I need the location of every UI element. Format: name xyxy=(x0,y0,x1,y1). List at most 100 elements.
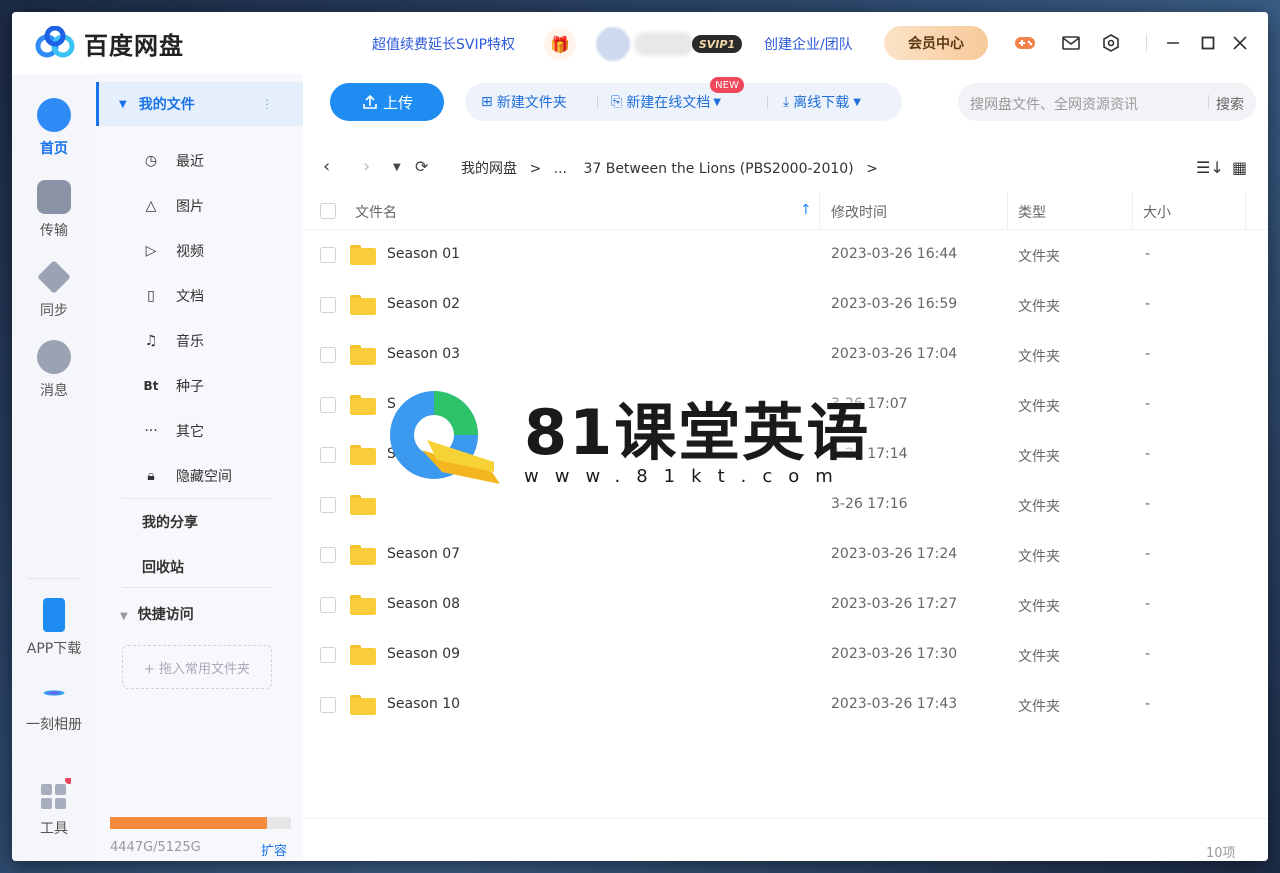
app-logo[interactable]: 百度网盘 xyxy=(34,25,184,61)
col-type-header[interactable]: 类型 xyxy=(1018,202,1046,222)
column-divider xyxy=(1245,192,1246,230)
caret-down-icon[interactable]: ▼ xyxy=(119,99,127,110)
folder-icon xyxy=(350,595,376,615)
search-button[interactable]: 搜索 xyxy=(1216,94,1244,114)
nav-recycle-bin[interactable]: 回收站 xyxy=(142,557,184,577)
folder-icon xyxy=(350,245,376,265)
breadcrumb-ellipsis[interactable]: ... xyxy=(554,161,567,177)
rail-tools[interactable]: 工具 xyxy=(12,776,96,838)
svip-promo-link[interactable]: 超值续费延长SVIP特权 xyxy=(372,34,515,54)
breadcrumb-root[interactable]: 我的网盘 xyxy=(461,161,517,177)
nav-my-files[interactable]: ▼ 我的文件 ⋮ xyxy=(96,82,303,126)
avatar[interactable] xyxy=(595,26,631,62)
nav-video[interactable]: ▷ 视频 xyxy=(142,239,204,263)
search-input[interactable]: 搜网盘文件、全网资源资讯 xyxy=(970,94,1138,114)
table-row[interactable]: Season 09 2023-03-26 17:30 文件夹 - xyxy=(303,630,1268,680)
row-checkbox[interactable] xyxy=(320,497,336,513)
file-name[interactable]: Season 01 xyxy=(387,246,460,262)
create-team-link[interactable]: 创建企业/团队 xyxy=(764,34,853,54)
nav-images[interactable]: △ 图片 xyxy=(142,194,204,218)
rail-moment-album[interactable]: 一刻相册 xyxy=(12,678,96,734)
new-badge: NEW xyxy=(710,77,744,93)
history-dropdown-icon[interactable]: ▼ xyxy=(393,162,401,173)
file-type: 文件夹 xyxy=(1018,599,1060,615)
mail-icon[interactable] xyxy=(1060,32,1082,54)
sort-icon[interactable]: ☰↓ xyxy=(1196,158,1224,177)
watermark-logo-icon xyxy=(390,391,500,484)
file-modified-time: 2023-03-26 17:43 xyxy=(831,696,958,712)
document-icon: ▯ xyxy=(147,288,155,304)
expand-storage-link[interactable]: 扩容 xyxy=(261,840,287,859)
table-row[interactable]: Season 08 2023-03-26 17:27 文件夹 - xyxy=(303,580,1268,630)
col-name-header[interactable]: 文件名 xyxy=(355,202,397,222)
table-row[interactable]: Season 02 2023-03-26 16:59 文件夹 - xyxy=(303,280,1268,330)
settings-icon[interactable] xyxy=(1100,32,1122,54)
back-icon[interactable]: ‹ xyxy=(323,156,330,177)
row-checkbox[interactable] xyxy=(320,297,336,313)
sort-asc-icon[interactable]: ↑ xyxy=(800,202,812,218)
rail-transfer[interactable]: 传输 xyxy=(12,180,96,240)
row-checkbox[interactable] xyxy=(320,347,336,363)
nav-quick-access[interactable]: ▼ 快捷访问 xyxy=(120,604,194,624)
upload-button[interactable]: 上传 xyxy=(330,83,444,121)
svip-badge[interactable]: SVIP1 xyxy=(692,35,742,53)
row-checkbox[interactable] xyxy=(320,447,336,463)
nav-music-label: 音乐 xyxy=(176,334,204,350)
caret-down-icon[interactable]: ▼ xyxy=(120,611,128,622)
file-type: 文件夹 xyxy=(1018,549,1060,565)
breadcrumb-current[interactable]: 37 Between the Lions (PBS2000-2010) xyxy=(583,161,853,177)
row-checkbox[interactable] xyxy=(320,697,336,713)
nav-music[interactable]: ♫ 音乐 xyxy=(142,329,204,353)
forward-icon[interactable]: › xyxy=(363,156,370,177)
row-checkbox[interactable] xyxy=(320,547,336,563)
nav-my-share[interactable]: 我的分享 xyxy=(142,512,198,532)
col-time-header[interactable]: 修改时间 xyxy=(831,202,887,222)
nav-other[interactable]: ··· 其它 xyxy=(142,419,204,443)
vip-center-button[interactable]: 会员中心 xyxy=(884,26,988,60)
file-name[interactable]: Season 02 xyxy=(387,296,460,312)
close-icon[interactable] xyxy=(1229,32,1251,54)
rail-app-download[interactable]: APP下载 xyxy=(12,598,96,658)
bt-icon: Bt xyxy=(143,379,159,393)
table-row[interactable]: Season 07 2023-03-26 17:24 文件夹 - xyxy=(303,530,1268,580)
nav-docs[interactable]: ▯ 文档 xyxy=(142,284,204,308)
file-name[interactable]: Season 09 xyxy=(387,646,460,662)
table-row[interactable]: Season 10 2023-03-26 17:43 文件夹 - xyxy=(303,680,1268,730)
file-name[interactable]: Season 07 xyxy=(387,546,460,562)
nav-recent[interactable]: ◷ 最近 xyxy=(142,149,204,173)
minimize-icon[interactable] xyxy=(1162,32,1184,54)
file-modified-time: 3-26 17:16 xyxy=(831,496,908,512)
row-checkbox[interactable] xyxy=(320,597,336,613)
apps-grid-icon xyxy=(37,776,73,812)
search-box[interactable]: 搜网盘文件、全网资源资讯 搜索 xyxy=(958,83,1256,121)
quick-access-drop-zone[interactable]: + 拖入常用文件夹 xyxy=(122,645,272,689)
rail-sync[interactable]: 同步 xyxy=(12,260,96,320)
file-name[interactable]: Season 03 xyxy=(387,346,460,362)
file-name[interactable]: Season 10 xyxy=(387,696,460,712)
gamepad-icon[interactable] xyxy=(1014,32,1036,54)
table-row[interactable]: Season 01 2023-03-26 16:44 文件夹 - xyxy=(303,230,1268,280)
refresh-icon[interactable]: ⟳ xyxy=(415,157,428,176)
col-size-header[interactable]: 大小 xyxy=(1143,202,1171,222)
select-all-checkbox[interactable] xyxy=(320,203,336,219)
more-vertical-icon[interactable]: ⋮ xyxy=(261,97,273,111)
rail-home[interactable]: 首页 xyxy=(12,98,96,158)
grid-view-icon[interactable]: ▦ xyxy=(1232,158,1247,177)
username-redacted[interactable] xyxy=(634,32,694,56)
new-folder-button[interactable]: ⊞ 新建文件夹 xyxy=(481,83,567,121)
nav-hidden-space[interactable]: 🔒︎ 隐藏空间 xyxy=(142,464,232,488)
nav-torrents[interactable]: Bt 种子 xyxy=(142,374,204,398)
row-checkbox[interactable] xyxy=(320,647,336,663)
offline-download-button[interactable]: ⤓ 离线下载 ▼ xyxy=(783,83,861,121)
table-row[interactable]: Season 03 2023-03-26 17:04 文件夹 - xyxy=(303,330,1268,380)
rail-home-label: 首页 xyxy=(40,141,68,157)
gift-icon[interactable]: 🎁 xyxy=(544,28,576,60)
folder-icon xyxy=(350,695,376,715)
row-checkbox[interactable] xyxy=(320,247,336,263)
rail-messages[interactable]: 消息 xyxy=(12,340,96,400)
file-name[interactable]: Season 08 xyxy=(387,596,460,612)
maximize-icon[interactable] xyxy=(1197,32,1219,54)
new-online-doc-button[interactable]: ⎘ 新建在线文档 ▼ xyxy=(611,83,721,121)
row-checkbox[interactable] xyxy=(320,397,336,413)
file-size: - xyxy=(1145,596,1151,612)
